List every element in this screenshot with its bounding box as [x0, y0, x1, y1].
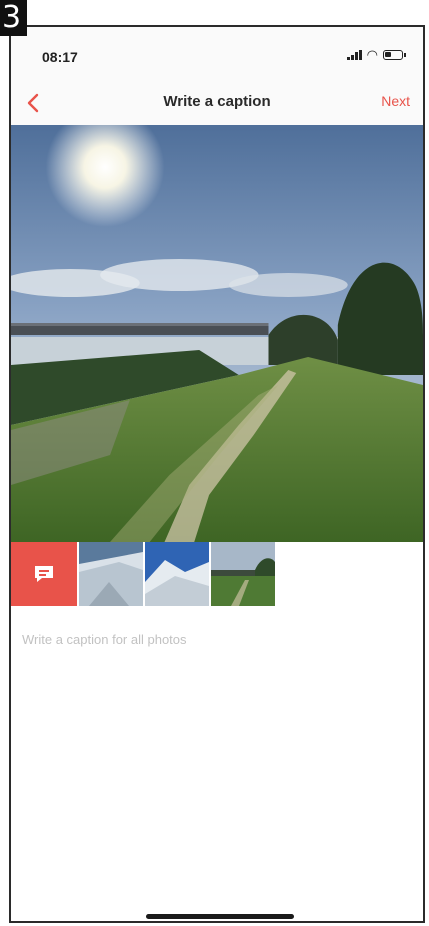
speech-bubble-icon — [35, 566, 53, 582]
photo-thumbnail-strip — [11, 542, 275, 609]
thumbnail-snowy-hill[interactable] — [145, 542, 209, 606]
panel-number: 3 — [0, 0, 27, 36]
navigation-bar: Write a caption Next — [11, 83, 423, 125]
battery-icon — [383, 50, 406, 60]
status-icons: ◠ — [346, 47, 406, 62]
page-title: Write a caption — [163, 93, 271, 110]
cellular-signal-icon — [346, 50, 362, 60]
caption-toggle-button[interactable] — [11, 542, 77, 606]
thumbnail-riverside-path[interactable] — [211, 542, 275, 606]
status-bar: 08:17 ◠ — [11, 27, 423, 83]
wifi-icon: ◠ — [366, 47, 378, 62]
phone-screen: 08:17 ◠ Write a caption Next — [9, 25, 425, 923]
next-button[interactable]: Next — [381, 93, 410, 109]
thumbnail-snowy-slope[interactable] — [79, 542, 143, 606]
main-photo — [11, 125, 423, 542]
home-indicator[interactable] — [146, 914, 294, 919]
caption-input[interactable] — [22, 624, 417, 654]
status-time: 08:17 — [42, 49, 78, 65]
